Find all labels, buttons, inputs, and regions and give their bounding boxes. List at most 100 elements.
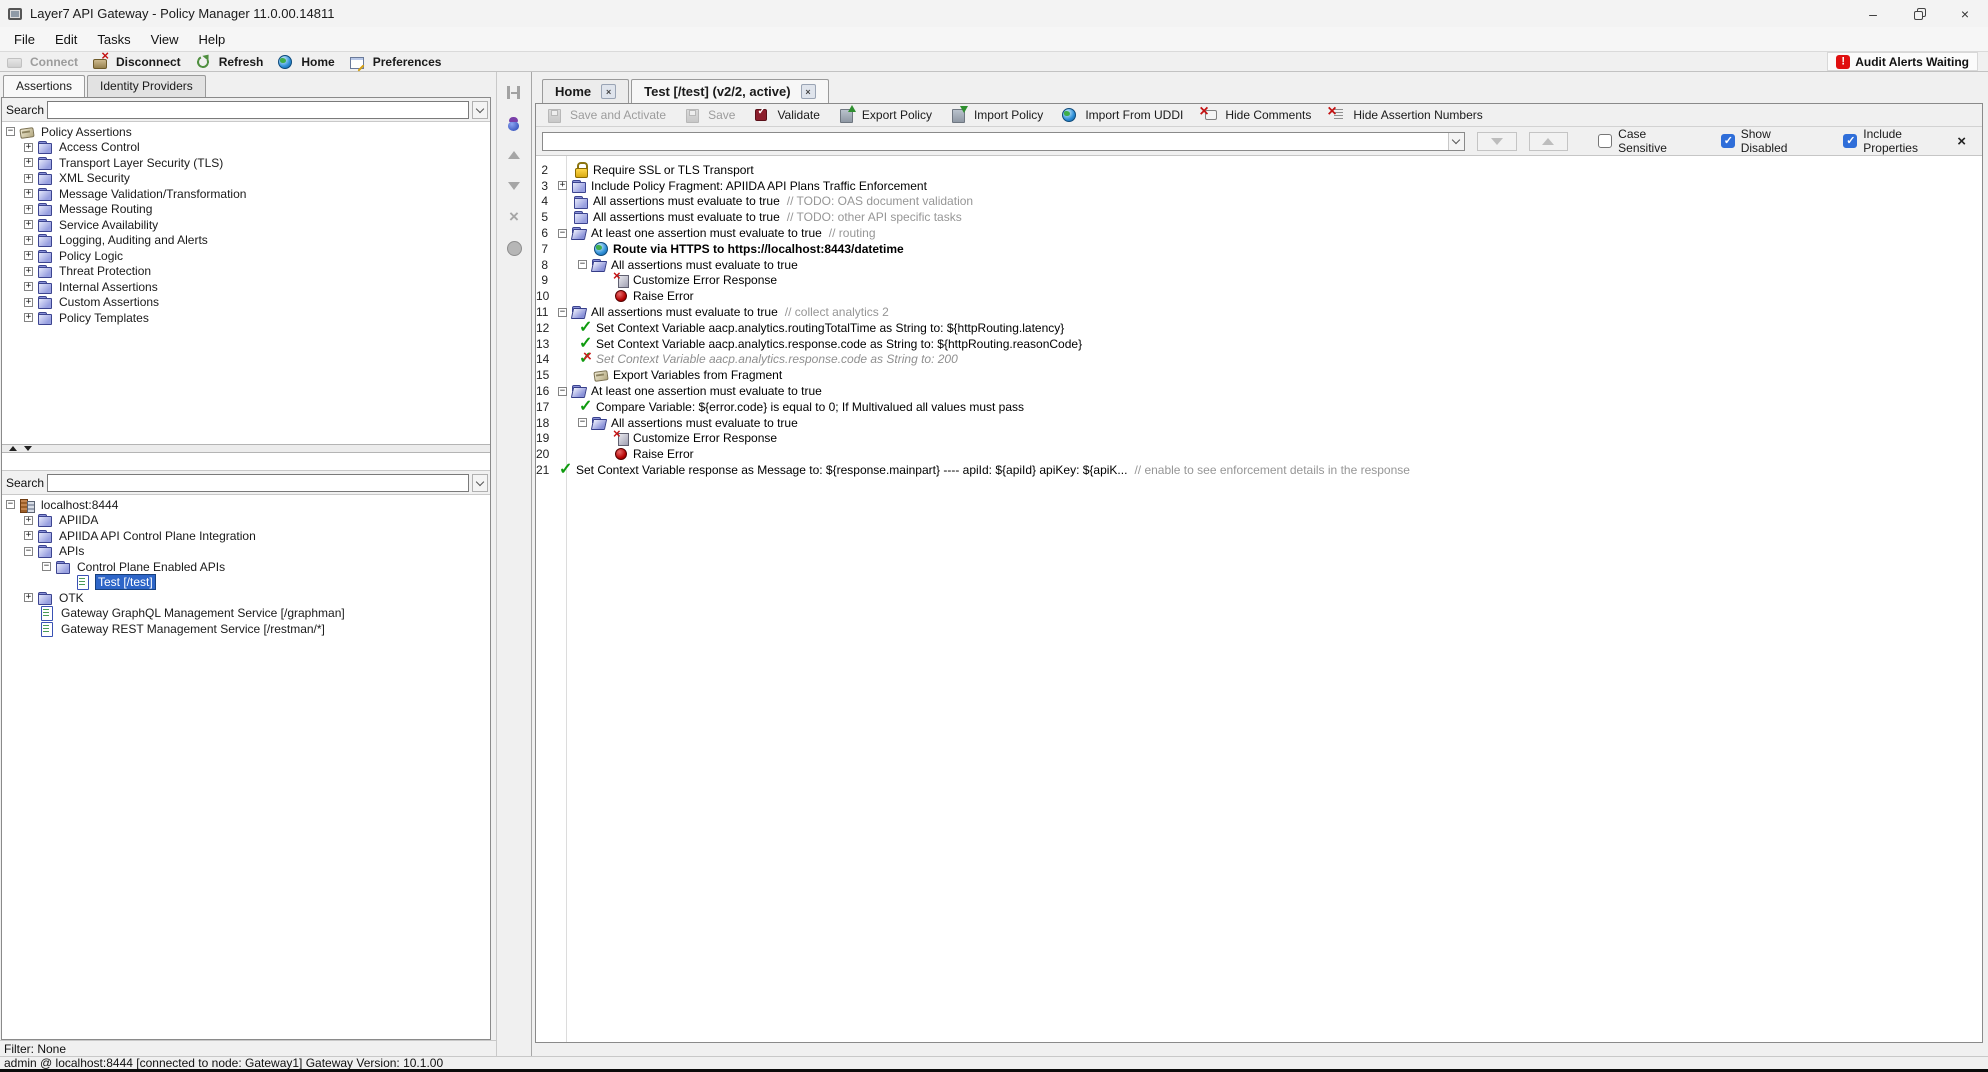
menu-view[interactable]: View <box>141 29 189 50</box>
tab-close-button[interactable]: × <box>601 84 616 99</box>
expand-icon[interactable]: + <box>24 174 33 183</box>
home-button[interactable]: Home <box>275 52 336 71</box>
tree-item[interactable]: +APIIDA API Control Plane Integration <box>2 528 490 544</box>
tree-item[interactable]: −APIs <box>2 544 490 560</box>
collapse-icon[interactable]: − <box>42 562 51 571</box>
search-history-dropdown[interactable] <box>1448 133 1464 150</box>
menu-file[interactable]: File <box>4 29 45 50</box>
policy-assertion-row[interactable]: 18−All assertions must evaluate to true <box>536 415 1982 431</box>
restore-button[interactable] <box>1896 0 1942 27</box>
disconnect-button[interactable]: Disconnect <box>90 52 183 71</box>
tree-item[interactable]: Gateway REST Management Service [/restma… <box>2 621 490 637</box>
expand-icon[interactable]: + <box>24 267 33 276</box>
policy-assertion-row[interactable]: 13Set Context Variable aacp.analytics.re… <box>536 336 1982 352</box>
tree-item[interactable]: +XML Security <box>2 171 490 187</box>
tree-item[interactable]: +Threat Protection <box>2 264 490 280</box>
policy-assertion-row[interactable]: 4All assertions must evaluate to true// … <box>536 194 1982 210</box>
checkbox-checked-icon[interactable] <box>1721 134 1735 148</box>
policy-assertion-row[interactable]: 14Set Context Variable aacp.analytics.re… <box>536 352 1982 368</box>
expand-icon[interactable]: + <box>24 298 33 307</box>
policy-assertion-row[interactable]: 17Compare Variable: ${error.code} is equ… <box>536 399 1982 415</box>
splitter-up-icon[interactable] <box>9 446 17 451</box>
validate-button[interactable]: Validate <box>751 106 821 125</box>
expand-icon[interactable]: + <box>24 313 33 322</box>
tab-identity-providers[interactable]: Identity Providers <box>87 75 206 97</box>
search-next-button[interactable] <box>1529 132 1569 151</box>
tree-item[interactable]: +Transport Layer Security (TLS) <box>2 155 490 171</box>
checkbox-checked-icon[interactable] <box>1843 134 1857 148</box>
expand-icon[interactable]: + <box>24 282 33 291</box>
tree-item[interactable]: Gateway GraphQL Management Service [/gra… <box>2 606 490 622</box>
expand-icon[interactable]: + <box>24 205 33 214</box>
tree-item[interactable]: +Message Validation/Transformation <box>2 186 490 202</box>
policy-assertion-row[interactable]: 11−All assertions must evaluate to true/… <box>536 304 1982 320</box>
menu-tasks[interactable]: Tasks <box>87 29 140 50</box>
tree-item[interactable]: −Policy Assertions <box>2 124 490 140</box>
menu-help[interactable]: Help <box>189 29 236 50</box>
checkbox-show-disabled[interactable]: Show Disabled <box>1721 127 1814 155</box>
tree-item[interactable]: +Policy Templates <box>2 310 490 326</box>
search-previous-button[interactable] <box>1477 132 1517 151</box>
service-search-input[interactable] <box>47 474 469 492</box>
policy-assertion-row[interactable]: 12Set Context Variable aacp.analytics.ro… <box>536 320 1982 336</box>
collapse-icon[interactable]: − <box>6 127 15 136</box>
tree-item[interactable]: +OTK <box>2 590 490 606</box>
expand-icon[interactable]: + <box>24 189 33 198</box>
close-button[interactable]: × <box>1942 0 1988 27</box>
move-down-icon[interactable] <box>504 177 524 195</box>
tree-item[interactable]: Test [/test] <box>2 575 490 591</box>
collapse-icon[interactable]: − <box>558 387 567 396</box>
policy-assertion-row[interactable]: 10Raise Error <box>536 288 1982 304</box>
minimize-button[interactable]: – <box>1850 0 1896 27</box>
policy-assertion-row[interactable]: 20Raise Error <box>536 446 1982 462</box>
search-dropdown-button[interactable] <box>472 101 488 119</box>
expand-icon[interactable]: + <box>24 143 33 152</box>
collapse-icon[interactable]: − <box>558 229 567 238</box>
tree-item[interactable]: −localhost:8444 <box>2 497 490 513</box>
tab-close-button[interactable]: × <box>801 84 816 99</box>
expand-icon[interactable]: + <box>24 516 33 525</box>
menu-edit[interactable]: Edit <box>45 29 87 50</box>
expand-icon[interactable]: + <box>24 158 33 167</box>
policy-assertion-row[interactable]: 19Customize Error Response <box>536 431 1982 447</box>
tree-item[interactable]: +Internal Assertions <box>2 279 490 295</box>
collapse-icon[interactable]: − <box>558 308 567 317</box>
checkbox-case-sensitive[interactable]: Case Sensitive <box>1598 127 1691 155</box>
hide-assertion-numbers-button[interactable]: Hide Assertion Numbers <box>1327 106 1484 125</box>
policy-assertion-row[interactable]: 21Set Context Variable response as Messa… <box>536 462 1982 478</box>
policy-assertion-row[interactable]: 7Route via HTTPS to https://localhost:84… <box>536 241 1982 257</box>
collapse-icon[interactable]: − <box>578 260 587 269</box>
tab-assertions[interactable]: Assertions <box>3 75 85 97</box>
tree-item[interactable]: +Logging, Auditing and Alerts <box>2 233 490 249</box>
save-and-activate-button[interactable]: Save and Activate <box>544 106 668 125</box>
collapse-icon[interactable]: − <box>24 547 33 556</box>
search-dropdown-button[interactable] <box>472 474 488 492</box>
assertion-search-input[interactable] <box>47 101 469 119</box>
connect-button[interactable]: Connect <box>4 52 80 71</box>
tree-item[interactable]: +Message Routing <box>2 202 490 218</box>
tree-item[interactable]: +Access Control <box>2 140 490 156</box>
panel-splitter[interactable] <box>2 444 490 453</box>
tree-item[interactable]: +Custom Assertions <box>2 295 490 311</box>
collapse-icon[interactable]: − <box>6 500 15 509</box>
editor-tab-home[interactable]: Home× <box>542 79 629 104</box>
assertion-acorn-icon[interactable] <box>504 115 524 133</box>
policy-assertion-row[interactable]: 8−All assertions must evaluate to true <box>536 257 1982 273</box>
policy-assertion-row[interactable]: 15Export Variables from Fragment <box>536 367 1982 383</box>
collapse-icon[interactable]: − <box>578 418 587 427</box>
delete-assertion-icon[interactable]: × <box>504 208 524 226</box>
export-policy-button[interactable]: Export Policy <box>836 106 934 125</box>
hide-comments-button[interactable]: Hide Comments <box>1199 106 1313 125</box>
expand-icon[interactable]: + <box>24 251 33 260</box>
import-policy-button[interactable]: Import Policy <box>948 106 1045 125</box>
tree-item[interactable]: +Service Availability <box>2 217 490 233</box>
policy-assertion-row[interactable]: 6−At least one assertion must evaluate t… <box>536 225 1982 241</box>
tree-item[interactable]: +Policy Logic <box>2 248 490 264</box>
checkbox-unchecked-icon[interactable] <box>1598 134 1612 148</box>
close-search-icon[interactable]: × <box>1951 133 1972 150</box>
expand-icon[interactable]: + <box>24 220 33 229</box>
expand-icon[interactable]: + <box>24 236 33 245</box>
palette-toggle-icon[interactable] <box>504 84 524 102</box>
expand-icon[interactable]: + <box>24 531 33 540</box>
preferences-button[interactable]: Preferences <box>347 52 444 71</box>
